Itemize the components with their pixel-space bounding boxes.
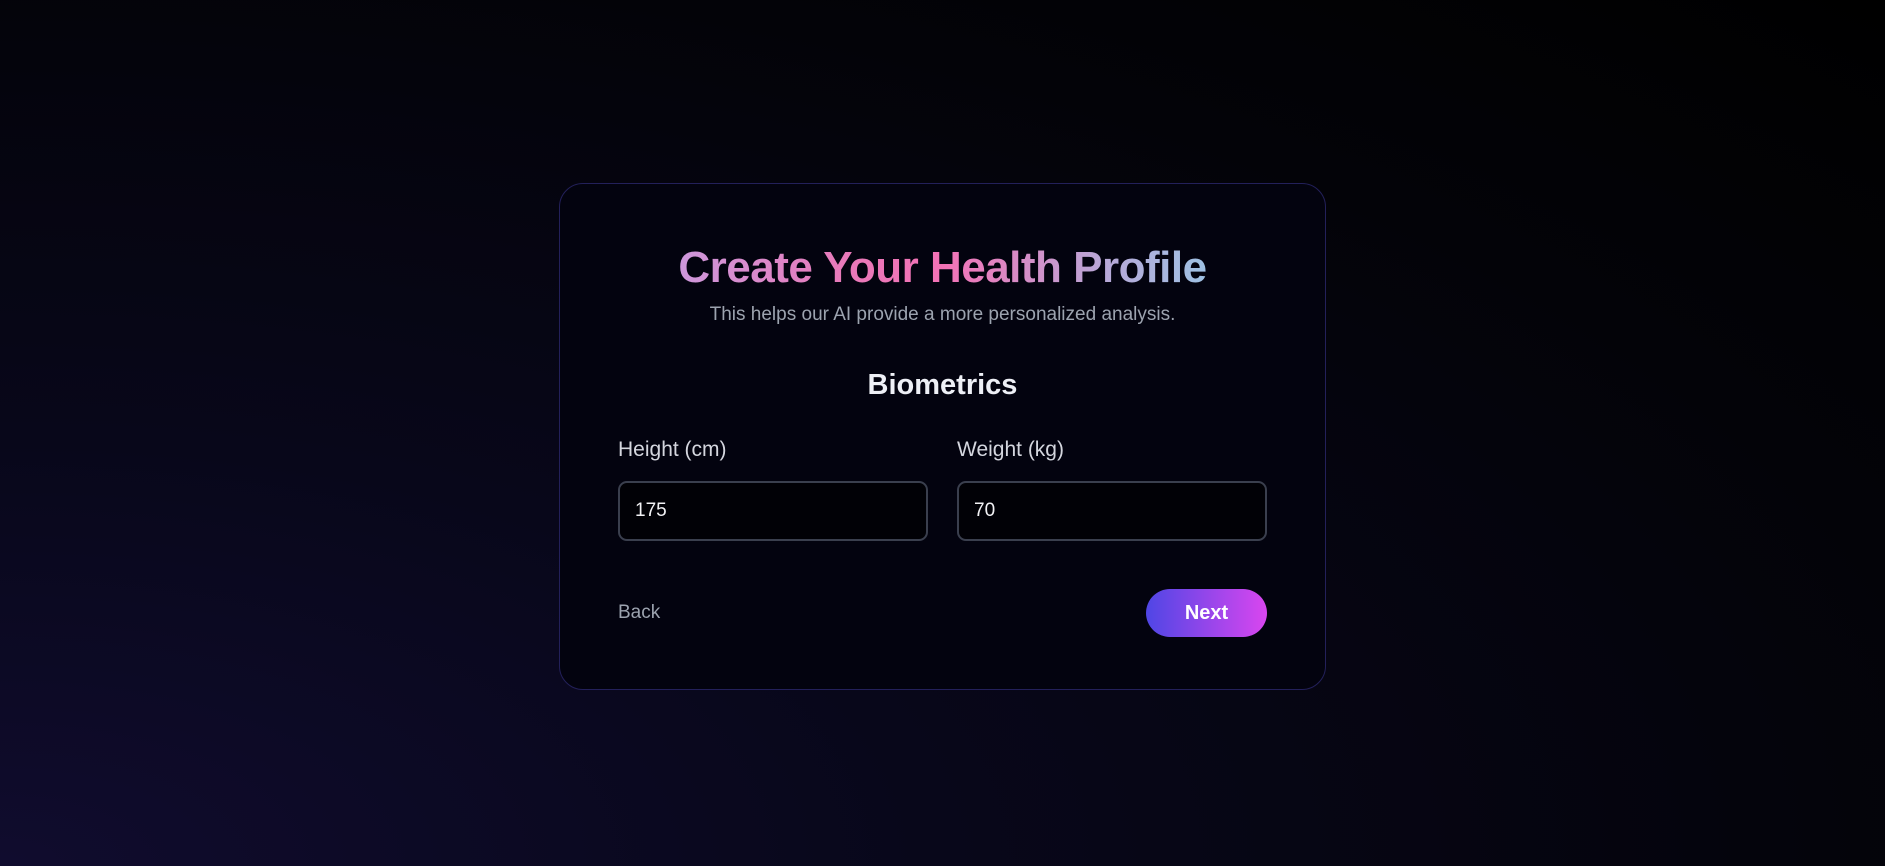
height-field: Height (cm) xyxy=(618,437,928,541)
section-title: Biometrics xyxy=(867,369,1018,401)
height-input[interactable] xyxy=(618,481,928,541)
weight-field: Weight (kg) xyxy=(957,437,1267,541)
weight-input[interactable] xyxy=(957,481,1267,541)
height-label: Height (cm) xyxy=(618,438,727,461)
next-button[interactable]: Next xyxy=(1146,589,1267,637)
biometrics-fields: Height (cm) Weight (kg) xyxy=(618,437,1267,541)
back-button[interactable]: Back xyxy=(618,602,660,624)
page-title: Create Your Health Profile xyxy=(618,241,1267,295)
form-actions: Back Next xyxy=(618,589,1267,637)
weight-label: Weight (kg) xyxy=(957,438,1064,461)
profile-card: Create Your Health Profile This helps ou… xyxy=(559,183,1326,690)
page-subtitle: This helps our AI provide a more persona… xyxy=(709,304,1176,325)
